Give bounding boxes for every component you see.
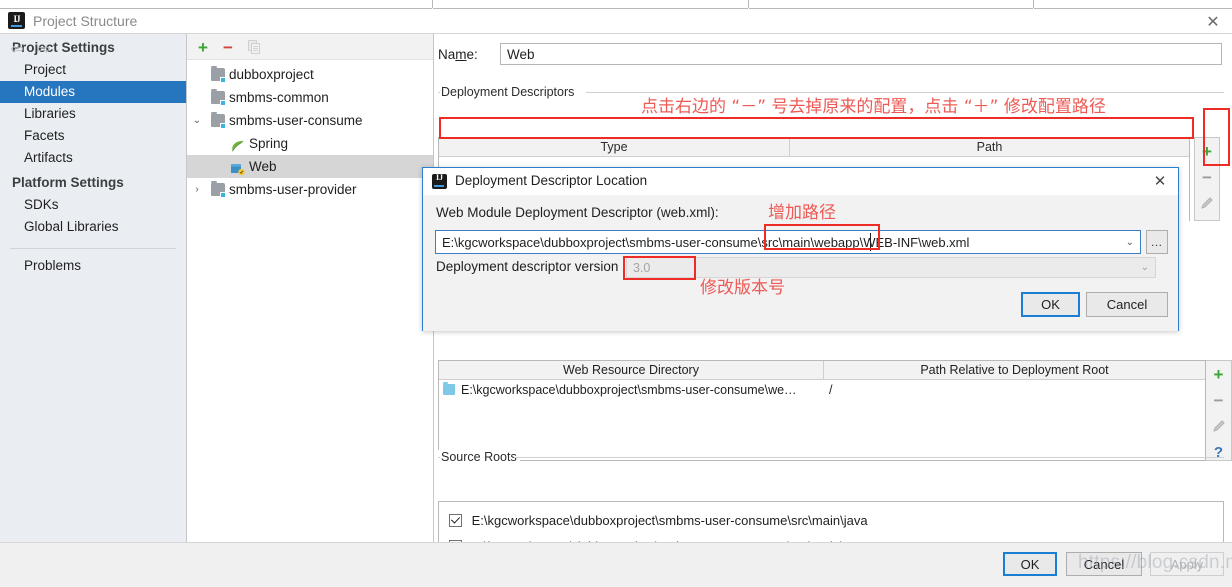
chevron-down-icon[interactable]: ⌄	[1126, 231, 1134, 253]
chevron-right-icon[interactable]: ›	[190, 178, 204, 201]
module-folder-icon	[211, 181, 226, 198]
source-roots-group-label: Source Roots	[438, 450, 520, 464]
dialog-title: Deployment Descriptor Location	[455, 173, 648, 188]
deployment-root-path-cell: /	[829, 383, 833, 397]
annotation-descriptors-note: 点击右边的 “－” 号去掉原来的配置，点击 “＋” 修改配置路径	[641, 97, 1106, 117]
tree-node-label: Spring	[249, 136, 289, 151]
annotation-add-path-note: 增加路径	[768, 203, 836, 223]
window-title: Project Structure	[33, 13, 138, 29]
list-item[interactable]: E:\kgcworkspace\dubboxproject\smbms-user…	[439, 508, 1223, 534]
sidebar-group-platform-settings: Platform Settings SDKs Global Libraries	[0, 169, 186, 238]
sidebar-divider	[10, 248, 176, 249]
add-web-resource-button[interactable]: +	[1206, 361, 1231, 387]
web-resource-toolbar: + − ?	[1206, 360, 1232, 461]
folder-icon	[443, 382, 455, 395]
spring-leaf-icon	[231, 137, 245, 152]
add-module-button[interactable]: +	[193, 37, 213, 57]
close-icon[interactable]: ✕	[1200, 11, 1226, 31]
copy-module-icon[interactable]	[244, 37, 264, 57]
sidebar-navigation: ⇦ ⇨	[0, 34, 186, 62]
web-resource-directory-cell: E:\kgcworkspace\dubboxproject\smbms-user…	[439, 380, 823, 400]
sidebar-item-facets[interactable]: Facets	[0, 125, 186, 147]
sidebar-item-modules[interactable]: Modules	[0, 81, 186, 103]
intellij-idea-icon: IJ	[432, 173, 447, 189]
edit-descriptor-icon[interactable]	[1195, 190, 1219, 216]
table-header-row: Web Resource Directory Path Relative to …	[439, 361, 1205, 380]
back-arrow-icon[interactable]: ⇦	[6, 40, 28, 58]
dialog-titlebar: IJ Deployment Descriptor Location ✕	[423, 168, 1178, 195]
module-folder-icon	[211, 66, 226, 83]
sidebar-item-problems[interactable]: Problems	[0, 255, 186, 277]
annotation-box-descriptors-toolbar	[1203, 108, 1230, 166]
chevron-down-icon[interactable]: ⌄	[190, 109, 204, 132]
version-label: Deployment descriptor version	[436, 259, 619, 274]
module-folder-icon	[211, 89, 226, 106]
deployment-descriptors-group-label: Deployment Descriptors	[438, 85, 578, 99]
name-label: Name:	[438, 47, 478, 62]
ok-button[interactable]: OK	[1003, 552, 1057, 576]
descriptor-path-value: E:\kgcworkspace\dubboxproject\smbms-user…	[442, 235, 970, 250]
web-resource-help-icon[interactable]: ?	[1206, 439, 1231, 465]
chevron-down-icon[interactable]: ⌄	[1141, 258, 1149, 277]
group-rule	[438, 457, 440, 458]
column-header-type[interactable]: Type	[439, 138, 790, 156]
settings-sidebar: ⇦ ⇨ Project Settings Project Modules Lib…	[0, 34, 187, 542]
forward-arrow-icon[interactable]: ⇨	[33, 40, 55, 58]
web-resource-directory-value: E:\kgcworkspace\dubboxproject\smbms-user…	[461, 383, 797, 397]
browse-button[interactable]: …	[1146, 230, 1168, 254]
dialog-close-icon[interactable]: ✕	[1150, 171, 1170, 191]
checkbox[interactable]	[449, 514, 462, 528]
remove-descriptor-button[interactable]: −	[1195, 164, 1219, 190]
sidebar-item-artifacts[interactable]: Artifacts	[0, 147, 186, 169]
remove-module-button[interactable]: −	[218, 37, 238, 57]
web-resource-directory-table: Web Resource Directory Path Relative to …	[438, 360, 1206, 461]
column-header-path-relative[interactable]: Path Relative to Deployment Root	[824, 361, 1205, 379]
column-header-web-resource-directory[interactable]: Web Resource Directory	[439, 361, 824, 379]
annotation-box-add-path	[764, 224, 880, 250]
table-header-row: Type Path	[439, 138, 1189, 157]
dialog-cancel-button[interactable]: Cancel	[1086, 292, 1168, 317]
module-tree-toolbar: + −	[187, 34, 433, 60]
window-titlebar: IJ Project Structure ✕	[0, 9, 1232, 33]
dialog-button-bar: OK Cancel Apply	[0, 542, 1232, 587]
module-folder-icon	[211, 112, 226, 129]
annotation-box-descriptors-row	[439, 117, 1194, 139]
module-tree: dubboxproject smbms-common ⌄ smbms-user-…	[187, 60, 433, 201]
tree-node-label: Web	[249, 159, 277, 174]
source-root-path: E:\kgcworkspace\dubboxproject\smbms-user…	[471, 513, 868, 528]
descriptor-label: Web Module Deployment Descriptor (web.xm…	[436, 205, 719, 220]
group-rule	[514, 457, 1224, 458]
name-row: Name: Web	[438, 43, 1224, 67]
edit-web-resource-icon[interactable]	[1206, 413, 1231, 439]
tree-node-dubboxproject[interactable]: dubboxproject	[187, 63, 433, 86]
tree-node-web-facet[interactable]: Web	[187, 155, 433, 178]
column-header-path[interactable]: Path	[790, 138, 1189, 156]
intellij-idea-icon: IJ	[8, 12, 25, 29]
annotation-version-note: 修改版本号	[700, 278, 785, 298]
watermark: https://blog.csdn.net/gaofengyan	[1078, 552, 1232, 573]
sidebar-item-libraries[interactable]: Libraries	[0, 103, 186, 125]
background-window-strip	[0, 0, 1232, 9]
annotation-box-version	[623, 256, 696, 280]
sidebar-item-project[interactable]: Project	[0, 59, 186, 81]
tree-node-spring-facet[interactable]: Spring	[187, 132, 433, 155]
tree-node-smbms-user-provider[interactable]: › smbms-user-provider	[187, 178, 433, 201]
name-input[interactable]: Web	[500, 43, 1222, 65]
sidebar-group-label: Platform Settings	[12, 175, 124, 190]
sidebar-item-sdks[interactable]: SDKs	[0, 194, 186, 216]
sidebar-item-global-libraries[interactable]: Global Libraries	[0, 216, 186, 238]
tree-node-smbms-user-consume[interactable]: ⌄ smbms-user-consume	[187, 109, 433, 132]
module-tree-panel: + − dubboxproject smbms-common ⌄ smbms-u…	[187, 34, 434, 542]
web-facet-icon	[231, 160, 245, 176]
table-row[interactable]: E:\kgcworkspace\dubboxproject\smbms-user…	[439, 380, 1205, 400]
tree-node-smbms-common[interactable]: smbms-common	[187, 86, 433, 109]
dialog-ok-button[interactable]: OK	[1021, 292, 1080, 317]
remove-web-resource-button[interactable]: −	[1206, 387, 1231, 413]
group-rule	[438, 92, 440, 93]
